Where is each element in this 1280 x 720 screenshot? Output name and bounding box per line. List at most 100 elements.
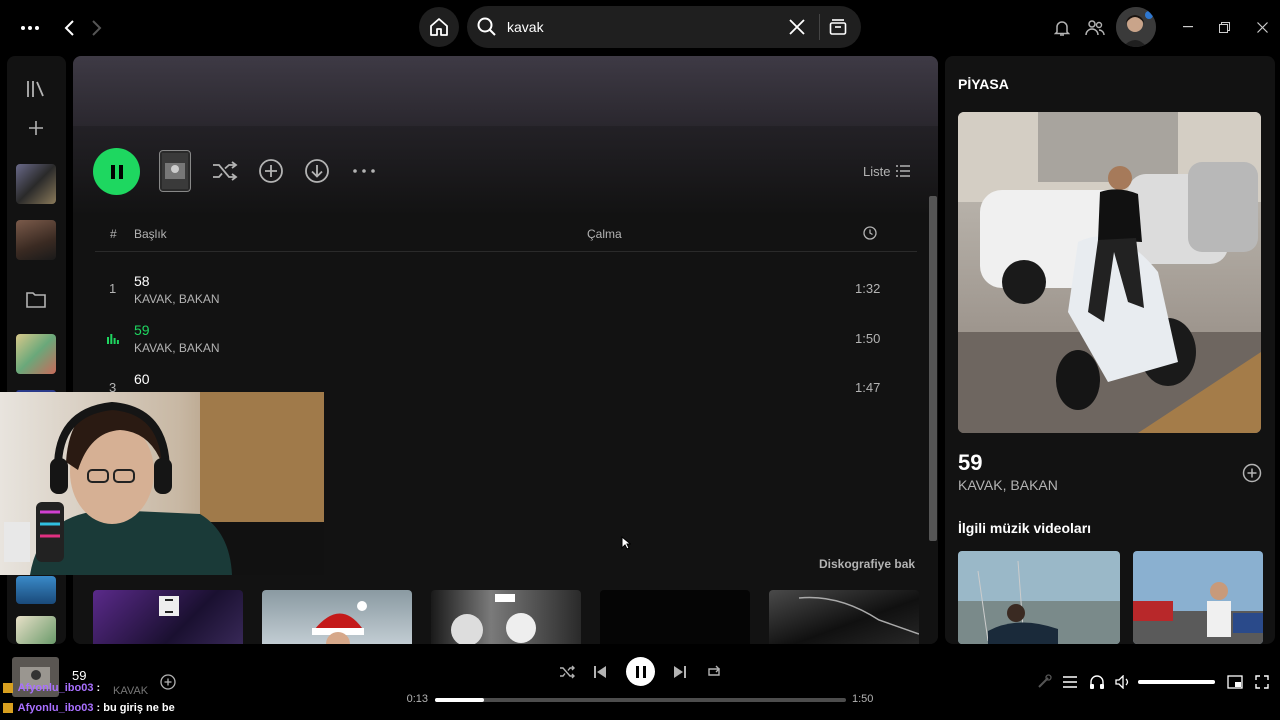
search-box[interactable] — [467, 6, 861, 48]
clear-search-icon[interactable] — [787, 17, 807, 37]
track-title[interactable]: 60 — [134, 371, 150, 387]
chat-text: : bu giriş ne be — [96, 702, 175, 714]
now-playing-cover-art — [958, 112, 1261, 433]
related-video-2[interactable] — [1133, 551, 1263, 644]
top-bar — [0, 0, 1280, 56]
chat-username[interactable]: Afyonlu_ibo03 — [18, 702, 94, 714]
lyrics-microphone-icon[interactable] — [1034, 672, 1054, 692]
chat-message: Afyonlu_ibo03 : — [3, 682, 100, 694]
track-duration: 1:50 — [855, 331, 881, 346]
more-options-icon[interactable] — [349, 156, 379, 186]
column-header-plays[interactable]: Çalma — [587, 227, 622, 241]
library-item-cover-6[interactable] — [16, 616, 56, 644]
connect-device-headphones-icon[interactable] — [1087, 672, 1107, 692]
pause-icon — [110, 164, 123, 179]
library-item-cover-3[interactable] — [16, 334, 56, 374]
miniplayer-icon[interactable] — [1225, 672, 1245, 692]
shuffle-icon[interactable] — [210, 156, 240, 186]
album-cover-mini[interactable] — [159, 150, 191, 192]
shuffle-icon[interactable] — [557, 662, 577, 682]
volume-slider[interactable] — [1138, 680, 1215, 684]
play-pause-button[interactable] — [626, 657, 655, 686]
volume-icon[interactable] — [1114, 672, 1134, 692]
album-card-3[interactable] — [431, 590, 581, 644]
next-track-icon[interactable] — [670, 662, 690, 682]
close-window-icon[interactable] — [1253, 17, 1271, 37]
add-to-liked-icon[interactable] — [158, 672, 178, 692]
total-duration: 1:50 — [852, 693, 874, 705]
player-track-artist[interactable]: KAVAK — [113, 685, 148, 697]
library-icon[interactable] — [25, 78, 47, 100]
library-item-cover-5[interactable] — [16, 576, 56, 604]
track-artists[interactable]: KAVAK, BAKAN — [134, 341, 220, 355]
download-icon[interactable] — [302, 156, 332, 186]
fullscreen-icon[interactable] — [1252, 672, 1272, 692]
chat-badge-icon — [3, 703, 13, 714]
track-title[interactable]: 59 — [134, 322, 150, 338]
repeat-icon[interactable] — [704, 662, 724, 682]
progress-fill — [435, 698, 485, 702]
add-to-library-icon[interactable] — [256, 156, 286, 186]
progress-bar[interactable] — [435, 698, 846, 702]
view-mode-toggle[interactable]: Liste — [863, 160, 915, 182]
related-videos-heading: İlgili müzik videoları — [958, 520, 1092, 536]
restore-window-icon[interactable] — [1215, 17, 1233, 37]
mouse-cursor-icon — [621, 536, 631, 550]
chat-badge-icon — [3, 683, 13, 694]
main-header-gradient — [73, 56, 938, 126]
playlist-name[interactable]: PİYASA — [958, 76, 1009, 92]
forward-arrow-icon[interactable] — [86, 15, 108, 41]
volume-fill — [1138, 680, 1215, 684]
album-card-5[interactable] — [769, 590, 919, 644]
chat-text: : — [96, 682, 101, 694]
player-bar: 59 KAVAK Afyonlu_ibo03 : Afyonlu_ibo03 :… — [0, 648, 1280, 720]
discography-link[interactable]: Diskografiye bak — [819, 557, 915, 571]
minimize-window-icon[interactable] — [1180, 17, 1196, 37]
album-card-2[interactable] — [262, 590, 412, 644]
folder-icon[interactable] — [23, 286, 49, 312]
column-header-title[interactable]: Başlık — [134, 227, 167, 241]
home-button[interactable] — [419, 7, 459, 47]
related-video-1[interactable] — [958, 551, 1120, 644]
queue-icon[interactable] — [1060, 672, 1080, 692]
search-input[interactable] — [507, 17, 807, 37]
track-title[interactable]: 58 — [134, 273, 150, 289]
back-arrow-icon[interactable] — [58, 15, 80, 41]
previous-track-icon[interactable] — [590, 662, 610, 682]
track-number: 1 — [109, 281, 117, 296]
browse-icon[interactable] — [827, 16, 849, 38]
duration-clock-icon — [863, 226, 877, 240]
now-playing-panel: PİYASA 59 KAVAK, BAKAN İlgili müzik vide… — [945, 56, 1275, 644]
scrollbar-thumb[interactable] — [929, 196, 937, 541]
elapsed-time: 0:13 — [406, 693, 428, 705]
album-card-4[interactable] — [600, 590, 750, 644]
add-to-library-icon[interactable] — [1241, 462, 1263, 484]
view-mode-label: Liste — [863, 163, 891, 179]
track-artists[interactable]: KAVAK, BAKAN — [134, 292, 220, 306]
track-duration: 1:32 — [855, 281, 881, 296]
notifications-bell-icon[interactable] — [1052, 17, 1072, 39]
create-playlist-plus-icon[interactable] — [25, 117, 47, 139]
track-title[interactable]: 59 — [958, 450, 982, 476]
list-view-icon — [896, 165, 911, 177]
home-icon — [430, 18, 448, 36]
library-item-cover-1[interactable] — [16, 164, 56, 204]
header-divider — [95, 251, 917, 252]
track-artists[interactable]: KAVAK, BAKAN — [958, 477, 1058, 493]
chat-message: Afyonlu_ibo03 : bu giriş ne be — [3, 702, 175, 714]
chat-username[interactable]: Afyonlu_ibo03 — [18, 682, 94, 694]
column-header-number: # — [110, 227, 117, 241]
more-options-icon[interactable] — [18, 16, 42, 40]
pause-icon — [635, 665, 646, 678]
webcam-overlay — [0, 392, 324, 575]
search-divider — [819, 14, 820, 40]
now-playing-equalizer-icon — [107, 333, 119, 344]
user-avatar[interactable] — [1116, 7, 1156, 47]
search-icon — [477, 17, 497, 37]
album-card-1[interactable] — [93, 590, 243, 644]
friend-activity-icon[interactable] — [1084, 17, 1106, 39]
track-duration: 1:47 — [855, 380, 881, 395]
player-track-title[interactable]: 59 — [72, 668, 86, 683]
pause-button[interactable] — [93, 148, 140, 195]
library-item-cover-2[interactable] — [16, 220, 56, 260]
